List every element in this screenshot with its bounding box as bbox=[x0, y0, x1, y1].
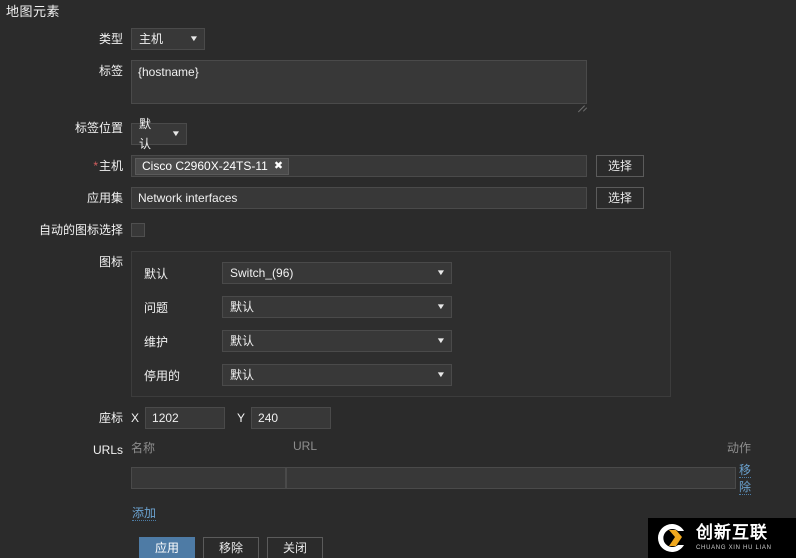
icon-row-default: 默认 Switch_(96) ▼ bbox=[132, 262, 670, 284]
url-add-link[interactable]: 添加 bbox=[132, 506, 157, 521]
icon-maintenance-label: 维护 bbox=[144, 334, 169, 349]
brand-text: 创新互联 CHUANG XIN HU LIAN bbox=[696, 523, 772, 552]
urls-cell-name bbox=[131, 467, 286, 489]
icon-disabled-label: 停用的 bbox=[144, 368, 181, 383]
label-textarea-wrap bbox=[131, 60, 588, 113]
form-row-host: *主机 Cisco C2960X-24TS-11 ✖ 选择 bbox=[0, 155, 796, 177]
label-position-control: 默认 ▼ bbox=[131, 117, 796, 151]
type-control: 主机 ▼ bbox=[131, 28, 796, 50]
host-field-group: Cisco C2960X-24TS-11 ✖ 选择 bbox=[131, 155, 796, 177]
map-element-form: 类型 主机 ▼ 标签 标签位置 默认 ▼ bbox=[0, 28, 796, 558]
icon-disabled-select[interactable]: 默认 ▼ bbox=[222, 364, 452, 386]
form-row-coordinates: 座标 X Y bbox=[0, 407, 796, 429]
form-row-auto-icon: 自动的图标选择 bbox=[0, 219, 796, 241]
urls-header-name: 名称 bbox=[131, 441, 156, 455]
chevron-down-icon: ▼ bbox=[435, 370, 447, 379]
icons-control: 默认 Switch_(96) ▼ 问题 默认 ▼ 维护 默认 ▼ 停用的 默认 … bbox=[131, 251, 796, 397]
icon-maintenance-value: 默认 bbox=[230, 334, 255, 348]
icons-label: 图标 bbox=[98, 255, 123, 269]
coordinate-x-label: X bbox=[131, 411, 140, 425]
form-row-label: 标签 bbox=[0, 60, 796, 113]
brand-name-cn: 创新互联 bbox=[696, 523, 768, 543]
coordinate-y-input[interactable] bbox=[251, 407, 332, 429]
urls-header-url: URL bbox=[293, 439, 318, 453]
application-label: 应用集 bbox=[86, 191, 123, 205]
watermark: 创新互联 CHUANG XIN HU LIAN bbox=[648, 518, 796, 558]
form-row-urls: URLs 名称 URL 动作 移除 添加 bbox=[0, 439, 796, 521]
url-name-input[interactable] bbox=[131, 467, 286, 489]
icon-problem-select[interactable]: 默认 ▼ bbox=[222, 296, 452, 318]
host-chip-label: Cisco C2960X-24TS-11 bbox=[142, 158, 268, 173]
chevron-down-icon: ▼ bbox=[435, 336, 447, 345]
form-row-label-position: 标签位置 默认 ▼ bbox=[0, 117, 796, 151]
form-row-type: 类型 主机 ▼ bbox=[0, 28, 796, 50]
urls-table-header: 名称 URL 动作 bbox=[131, 439, 751, 461]
icon-default-select[interactable]: Switch_(96) ▼ bbox=[222, 262, 452, 284]
chevron-down-icon: ▼ bbox=[435, 268, 447, 277]
form-row-application: 应用集 选择 bbox=[0, 187, 796, 209]
urls-cell-url bbox=[286, 467, 736, 489]
label-position-label: 标签位置 bbox=[74, 121, 123, 135]
type-select[interactable]: 主机 ▼ bbox=[131, 28, 205, 50]
icon-problem-label: 问题 bbox=[144, 300, 169, 315]
coordinates-control: X Y bbox=[131, 407, 796, 429]
host-control: Cisco C2960X-24TS-11 ✖ 选择 bbox=[131, 155, 796, 177]
icon-disabled-value: 默认 bbox=[230, 368, 255, 382]
chevron-down-icon: ▼ bbox=[435, 302, 447, 311]
type-select-value: 主机 bbox=[139, 32, 164, 46]
label-position-value: 默认 bbox=[139, 117, 152, 151]
label-textarea[interactable] bbox=[131, 60, 587, 104]
url-remove-link[interactable]: 移除 bbox=[738, 463, 751, 495]
close-button[interactable]: 关闭 bbox=[267, 537, 323, 558]
label-field-label: 标签 bbox=[98, 64, 123, 78]
page-title: 地图元素 bbox=[6, 4, 61, 19]
type-label: 类型 bbox=[98, 32, 123, 46]
urls-control: 名称 URL 动作 移除 添加 bbox=[131, 439, 796, 521]
icon-problem-value: 默认 bbox=[230, 300, 255, 314]
chevron-down-icon: ▼ bbox=[170, 129, 182, 138]
urls-label: URLs bbox=[92, 443, 123, 457]
host-label-text: 主机 bbox=[98, 159, 123, 173]
table-row: 移除 bbox=[131, 461, 751, 495]
auto-icon-control bbox=[131, 219, 796, 240]
required-marker: * bbox=[93, 159, 98, 173]
chevron-down-icon: ▼ bbox=[188, 34, 200, 43]
urls-header-action: 动作 bbox=[726, 441, 751, 455]
label-position-select[interactable]: 默认 ▼ bbox=[131, 117, 187, 151]
coordinates-group: X Y bbox=[131, 407, 796, 429]
icon-default-label: 默认 bbox=[144, 266, 169, 281]
host-label: *主机 bbox=[0, 155, 131, 177]
icon-row-problem: 问题 默认 ▼ bbox=[132, 296, 670, 318]
application-select-button[interactable]: 选择 bbox=[596, 187, 644, 209]
auto-icon-label: 自动的图标选择 bbox=[38, 223, 123, 237]
brand-name-en: CHUANG XIN HU LIAN bbox=[696, 545, 772, 551]
host-chip[interactable]: Cisco C2960X-24TS-11 ✖ bbox=[135, 157, 290, 175]
icons-fieldset: 默认 Switch_(96) ▼ 问题 默认 ▼ 维护 默认 ▼ 停用的 默认 … bbox=[131, 251, 671, 397]
icon-row-disabled: 停用的 默认 ▼ bbox=[132, 364, 670, 386]
url-value-input[interactable] bbox=[286, 467, 736, 489]
coordinate-y-label: Y bbox=[237, 411, 246, 425]
application-input[interactable] bbox=[131, 187, 587, 209]
host-multiselect[interactable]: Cisco C2960X-24TS-11 ✖ bbox=[131, 155, 587, 177]
application-field-group: 选择 bbox=[131, 187, 796, 209]
apply-button[interactable]: 应用 bbox=[139, 537, 195, 558]
brand-logo-icon bbox=[656, 522, 690, 554]
remove-button[interactable]: 移除 bbox=[203, 537, 259, 558]
application-control: 选择 bbox=[131, 187, 796, 209]
close-icon[interactable]: ✖ bbox=[274, 160, 283, 172]
icon-maintenance-select[interactable]: 默认 ▼ bbox=[222, 330, 452, 352]
host-select-button[interactable]: 选择 bbox=[596, 155, 644, 177]
icon-row-maintenance: 维护 默认 ▼ bbox=[132, 330, 670, 352]
label-field-control bbox=[131, 60, 796, 113]
urls-table: 名称 URL 动作 移除 添加 bbox=[131, 439, 751, 521]
coordinates-label: 座标 bbox=[98, 411, 123, 425]
urls-cell-action: 移除 bbox=[736, 461, 751, 495]
auto-icon-checkbox[interactable] bbox=[131, 223, 145, 237]
coordinate-x-input[interactable] bbox=[145, 407, 226, 429]
form-row-icons: 图标 默认 Switch_(96) ▼ 问题 默认 ▼ 维护 默认 ▼ 停用的 … bbox=[0, 251, 796, 397]
icon-default-value: Switch_(96) bbox=[230, 266, 294, 280]
